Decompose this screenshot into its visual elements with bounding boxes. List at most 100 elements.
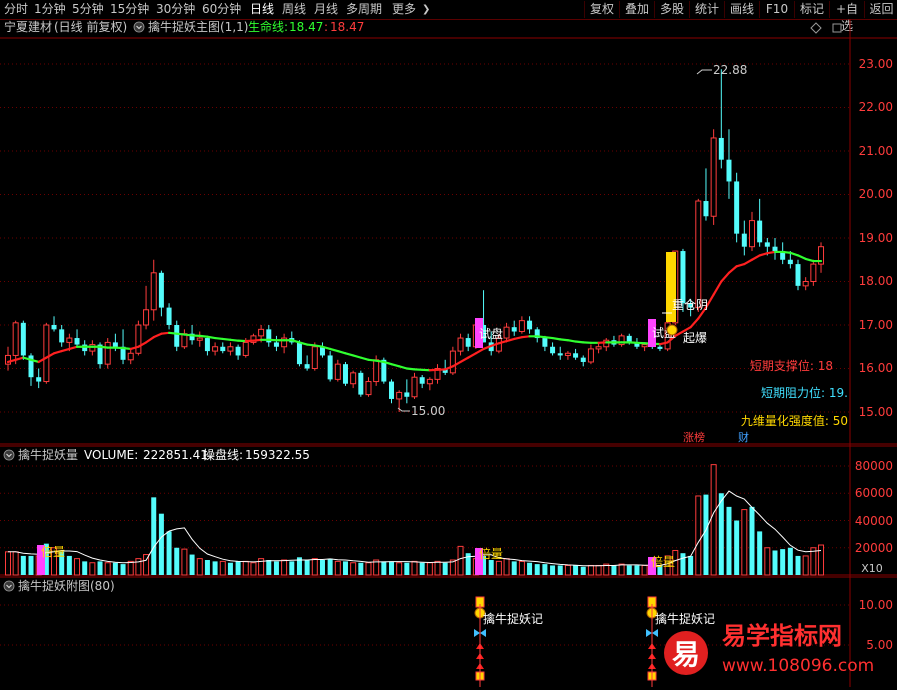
price-tick: 22.00 [859, 100, 893, 114]
candle-body-up [696, 201, 701, 308]
volume-bar-up [427, 563, 432, 575]
multi-stock-button[interactable]: 多股 [654, 1, 689, 18]
heavy-position-label: 重仓阴 [672, 298, 708, 312]
period-tab-1min[interactable]: 1分钟 [34, 1, 66, 18]
life-line-segment [200, 336, 208, 337]
life-line-segment [798, 255, 806, 258]
life-line-segment [223, 339, 231, 340]
volume-bar-down [343, 561, 348, 575]
volume-bar-down [780, 549, 785, 575]
restore-rights-button[interactable]: 复权 [584, 1, 619, 18]
life-line-segment [691, 318, 699, 327]
price-grid [0, 64, 850, 412]
stock-chart[interactable]: 宁夏建材 (日线 前复权) 擒牛捉妖主图(1,1) 生命线: 18.47 : 1… [0, 19, 897, 687]
life-line-segment [345, 353, 353, 355]
f10-button[interactable]: F10 [759, 1, 794, 18]
limit-up-tag[interactable]: 涨榜 [683, 430, 705, 444]
panel-frames [0, 19, 897, 687]
life-line-value-up: 18.47 [289, 20, 323, 34]
period-tab-monthly[interactable]: 月线 [314, 1, 338, 18]
period-tab-5min[interactable]: 5分钟 [72, 1, 104, 18]
volume-bar-down [113, 563, 118, 575]
candle-body-up [144, 310, 149, 325]
expand-icon[interactable] [833, 24, 841, 32]
add-watchlist-button[interactable]: +自选 [829, 1, 864, 18]
candle-body-up [749, 221, 754, 247]
price-tick: 18.00 [859, 274, 893, 288]
price-tick: 15.00 [859, 405, 893, 419]
life-line-segment [737, 264, 745, 266]
life-line-value-down: 18.47 [330, 20, 364, 34]
candle-body-up [588, 349, 593, 362]
candle-body-up [450, 351, 455, 373]
period-tab-fenshi[interactable]: 分时 [4, 1, 28, 18]
volume-bar-down [159, 514, 164, 575]
candle-body-up [151, 273, 156, 310]
volume-bar-up [105, 563, 110, 575]
candle-body-down [36, 377, 41, 381]
life-line-segment [744, 260, 752, 264]
indicator-menu-icon[interactable] [4, 450, 14, 460]
life-line-segment [576, 342, 584, 343]
volume-bar-down [205, 560, 210, 575]
statistics-button[interactable]: 统计 [689, 1, 724, 18]
life-line-segment [16, 358, 24, 360]
period-tab-daily[interactable]: 日线 [250, 1, 274, 18]
volume-bar-up [565, 565, 570, 575]
overlay-button[interactable]: 叠加 [619, 1, 654, 18]
period-tab-multi[interactable]: 多周期 [346, 1, 382, 18]
chevron-right-icon[interactable]: ❯ [422, 1, 430, 18]
volume-bar-up [251, 563, 256, 575]
volume-bar-up [435, 561, 440, 575]
volume-bar-down [151, 497, 156, 575]
double-volume-label: 倍量 [479, 546, 503, 561]
candle-body-down [59, 329, 64, 342]
candle-body-up [259, 329, 264, 336]
volume-bar-down [289, 561, 294, 575]
sub-tick: 5.00 [866, 638, 893, 652]
candle-body-down [680, 251, 685, 303]
period-tab-30min[interactable]: 30分钟 [156, 1, 195, 18]
period-tab-60min[interactable]: 60分钟 [202, 1, 241, 18]
volume-bar-down [535, 564, 540, 575]
finance-tag[interactable]: 财 [738, 430, 749, 444]
high-label-pointer [697, 70, 712, 74]
indicator-menu-icon[interactable] [134, 22, 144, 32]
operation-line-label: 操盘线: [203, 447, 243, 462]
draw-line-button[interactable]: 画线 [724, 1, 759, 18]
volume-bar-up [282, 560, 287, 575]
volume-bar-up [619, 564, 624, 575]
period-tab-more[interactable]: 更多 [392, 1, 416, 18]
life-line-segment [54, 351, 62, 353]
stock-name: 宁夏建材 [4, 19, 52, 34]
candle-body-up [44, 325, 49, 382]
candle-body-up [642, 345, 647, 347]
back-button[interactable]: 返回 [864, 1, 897, 18]
candle-body-down [550, 347, 555, 354]
indicator-menu-icon[interactable] [4, 581, 14, 591]
candle-body-down [657, 347, 662, 349]
life-line-segment [767, 252, 775, 253]
volume-bar-up [6, 552, 11, 575]
mark-button[interactable]: 标记 [794, 1, 829, 18]
candle-body-up [412, 377, 417, 397]
life-line-segment [783, 252, 791, 253]
volume-bar-up [742, 510, 747, 575]
volume-bar-down [749, 507, 754, 575]
volume-bar-down [358, 563, 363, 575]
period-tab-15min[interactable]: 15分钟 [110, 1, 149, 18]
volume-bar-down [734, 521, 739, 576]
period-tab-weekly[interactable]: 周线 [282, 1, 306, 18]
life-line-segment [560, 339, 568, 340]
volume-bar-up [312, 559, 317, 575]
candle-body-down [174, 325, 179, 347]
volume-bar-up [128, 561, 133, 575]
price-tick: 23.00 [859, 57, 893, 71]
life-line-segment [752, 255, 760, 259]
diamond-icon[interactable] [811, 23, 821, 33]
life-line-segment [514, 337, 522, 339]
volume-tick: 20000 [855, 541, 893, 555]
indicator-name[interactable]: 擒牛捉妖主图(1,1) [148, 19, 248, 34]
sub-indicator-title[interactable]: 擒牛捉妖附图(80) [18, 578, 115, 593]
volume-indicator-title[interactable]: 擒牛捉妖量 [18, 447, 78, 462]
